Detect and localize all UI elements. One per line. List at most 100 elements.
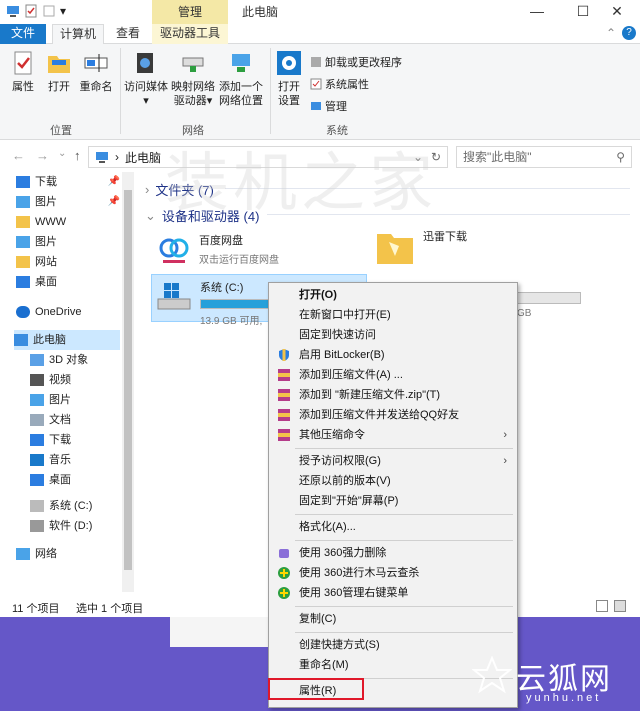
properties-button[interactable]: 属性: [8, 50, 38, 94]
menu-label: 重命名(M): [299, 659, 349, 671]
uninstall-button[interactable]: 卸载或更改程序: [310, 54, 402, 70]
open-settings-button[interactable]: 打开 设置: [274, 50, 304, 108]
tab-computer[interactable]: 计算机: [52, 24, 104, 45]
manage-button[interactable]: 管理: [310, 98, 347, 114]
nav-item-network[interactable]: 网络: [16, 544, 120, 564]
menu-item-archive-send-qq[interactable]: 添加到压缩文件并发送给QQ好友: [269, 405, 517, 425]
drive-xunlei[interactable]: 迅雷下载: [375, 228, 467, 268]
system-properties-button[interactable]: 系统属性: [310, 76, 369, 92]
refresh-icon[interactable]: ↻: [431, 150, 441, 164]
properties-check-icon[interactable]: [24, 4, 38, 18]
menu-item-add-archive[interactable]: 添加到压缩文件(A) ...: [269, 365, 517, 385]
menu-item-360-delete[interactable]: 使用 360强力删除: [269, 543, 517, 563]
map-drive-button[interactable]: 映射网络 驱动器▾: [170, 50, 216, 108]
menu-item-360-scan[interactable]: 使用 360进行木马云查杀: [269, 563, 517, 583]
search-input[interactable]: 搜索"此电脑" ⚲: [456, 146, 632, 168]
drive-baidu[interactable]: 百度网盘 双击运行百度网盘: [157, 232, 279, 266]
tab-file[interactable]: 文件: [0, 24, 46, 44]
menu-item-360-manage[interactable]: 使用 360管理右键菜单: [269, 583, 517, 603]
nav-item-videos[interactable]: 视频: [30, 370, 120, 390]
cube-icon: [30, 354, 44, 366]
minimize-button[interactable]: —: [514, 0, 560, 24]
devices-section-header[interactable]: ⌄ 设备和驱动器 (4): [145, 206, 259, 225]
music-icon: [30, 454, 44, 466]
selected-count: 选中 1 个项目: [76, 603, 144, 615]
menu-label: 启用 BitLocker(B): [299, 349, 385, 361]
tab-drive-tools[interactable]: 驱动器工具: [152, 24, 228, 44]
nav-item-downloads[interactable]: 下载 📌: [16, 172, 120, 192]
nav-item-onedrive[interactable]: OneDrive: [16, 302, 120, 322]
add-location-label-1: 添加一个: [219, 81, 263, 93]
menu-label: 创建快捷方式(S): [299, 639, 380, 651]
map-drive-icon: [182, 57, 204, 72]
close-button[interactable]: ✕: [594, 0, 640, 24]
menu-label: 使用 360管理右键菜单: [299, 587, 409, 599]
forward-button[interactable]: →: [36, 148, 49, 163]
path-dropdown-icon[interactable]: ⌄: [413, 150, 423, 164]
nav-item-website[interactable]: 网站: [16, 252, 120, 272]
cloud-icon: [16, 306, 30, 318]
menu-item-open-new-window[interactable]: 在新窗口中打开(E): [269, 305, 517, 325]
nav-scrollbar-thumb[interactable]: [124, 190, 132, 570]
nav-item-music[interactable]: 音乐: [30, 450, 120, 470]
chevron-right-icon: ›: [145, 182, 150, 197]
nav-item-this-pc[interactable]: 此电脑: [14, 330, 120, 350]
back-button[interactable]: ←: [12, 148, 25, 163]
menu-item-copy[interactable]: 复制(C): [269, 609, 517, 629]
menu-label: 固定到快速访问: [299, 329, 376, 341]
computer-icon[interactable]: [6, 4, 20, 18]
pin-icon: 📌: [107, 196, 120, 207]
drive-d-subtitle: GB: [517, 308, 532, 319]
gear-icon: [277, 51, 301, 75]
manage-contextual-tab[interactable]: 管理: [152, 0, 228, 24]
nav-item-pictures-3[interactable]: 图片: [30, 390, 120, 410]
menu-item-give-access[interactable]: 授予访问权限(G) ›: [269, 451, 517, 471]
qat-dropdown-icon[interactable]: ▾: [60, 4, 66, 18]
nav-item-www[interactable]: WWW: [16, 212, 120, 232]
tab-view[interactable]: 查看: [108, 24, 148, 44]
new-folder-icon[interactable]: [42, 4, 56, 18]
menu-item-pin-start[interactable]: 固定到"开始"屏幕(P): [269, 491, 517, 511]
nav-item-label: 桌面: [35, 276, 57, 288]
nav-item-downloads-2[interactable]: 下载: [30, 430, 120, 450]
path-this-pc[interactable]: 此电脑: [125, 149, 161, 166]
menu-item-restore-versions[interactable]: 还原以前的版本(V): [269, 471, 517, 491]
uninstall-icon: [311, 57, 321, 67]
up-button[interactable]: ↑: [74, 148, 81, 163]
nav-item-desktop-2[interactable]: 桌面: [30, 470, 120, 490]
nav-item-pictures-2[interactable]: 图片: [16, 232, 120, 252]
nav-scrollbar[interactable]: [122, 172, 134, 592]
collapse-ribbon-icon[interactable]: ⌃: [606, 26, 616, 40]
help-icon[interactable]: ?: [622, 26, 636, 40]
menu-item-format[interactable]: 格式化(A)...: [269, 517, 517, 537]
menu-item-bitlocker[interactable]: 启用 BitLocker(B): [269, 345, 517, 365]
menu-item-pin-quick-access[interactable]: 固定到快速访问: [269, 325, 517, 345]
menu-label: 复制(C): [299, 613, 337, 625]
address-field[interactable]: › 此电脑 ⌄ ↻: [88, 146, 448, 168]
path-separator[interactable]: ›: [115, 150, 119, 164]
ribbon-tabs: 文件 计算机 查看 驱动器工具 ⌃ ?: [0, 24, 640, 45]
menu-item-add-zip[interactable]: 添加到 "新建压缩文件.zip"(T): [269, 385, 517, 405]
archive-icon: [278, 429, 290, 441]
recent-locations-button[interactable]: ⌄: [58, 148, 66, 159]
star-logo-icon: [472, 656, 512, 694]
menu-item-other-compress[interactable]: 其他压缩命令 ›: [269, 425, 517, 445]
nav-item-drive-c[interactable]: 系统 (C:): [30, 496, 120, 516]
nav-item-desktop[interactable]: 桌面: [16, 272, 120, 292]
computer-icon: [96, 152, 108, 163]
details-view-icon[interactable]: [596, 600, 608, 612]
menu-item-open[interactable]: 打开(O): [269, 285, 517, 305]
add-location-label-2: 网络位置: [219, 95, 263, 107]
nav-item-documents[interactable]: 文档: [30, 410, 120, 430]
large-icons-view-icon[interactable]: [614, 600, 626, 612]
nav-item-pictures[interactable]: 图片 📌: [16, 192, 120, 212]
folders-section-header[interactable]: › 文件夹 (7): [145, 180, 214, 199]
open-button[interactable]: 打开: [44, 50, 74, 94]
document-icon: [30, 414, 44, 426]
add-network-location-button[interactable]: 添加一个 网络位置: [218, 50, 264, 108]
desktop-icon: [30, 474, 44, 486]
nav-item-3d-objects[interactable]: 3D 对象: [30, 350, 120, 370]
nav-item-drive-d[interactable]: 软件 (D:): [30, 516, 120, 536]
rename-button[interactable]: 重命名: [78, 50, 114, 94]
access-media-button[interactable]: 访问媒体 ▾: [124, 50, 168, 108]
